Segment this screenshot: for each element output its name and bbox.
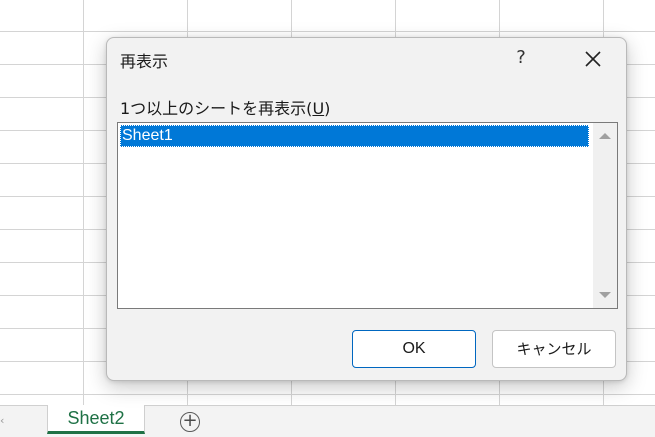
list-item[interactable]: Sheet1 [120,125,589,147]
close-icon [585,51,601,67]
cancel-button[interactable]: キャンセル [492,330,616,368]
plus-circle-icon[interactable]: + [180,412,200,432]
label-accelerator: U [312,99,325,118]
ok-button[interactable]: OK [352,330,476,368]
dialog-title: 再表示 [120,52,169,71]
scroll-up-glyph [599,133,611,139]
scroll-down-arrow-icon[interactable] [593,285,617,305]
chevron-left-icon[interactable]: ‹ [0,414,10,428]
label-prefix: 1つ以上のシートを再表示( [120,99,313,118]
hidden-sheets-label: 1つ以上のシートを再表示(U) [120,95,330,119]
sheet-tab-bar: ‹ Sheet2 + [0,405,655,437]
sheet-tab-active[interactable]: Sheet2 [47,405,145,434]
help-button[interactable]: ? [510,44,532,72]
unhide-dialog: 再表示 ? 1つ以上のシートを再表示(U) Sheet1 OK キャンセル [106,37,627,381]
label-suffix: ) [324,99,331,118]
scroll-down-glyph [599,292,611,298]
listbox-scrollbar[interactable] [593,123,617,308]
close-button[interactable] [580,46,606,72]
scroll-up-arrow-icon[interactable] [593,126,617,146]
hidden-sheets-listbox[interactable]: Sheet1 [117,122,618,309]
excel-window: ‹ Sheet2 + 再表示 ? 1つ以上のシートを再表示(U) Sheet1 [0,0,655,437]
dialog-titlebar[interactable]: 再表示 ? [107,38,626,82]
